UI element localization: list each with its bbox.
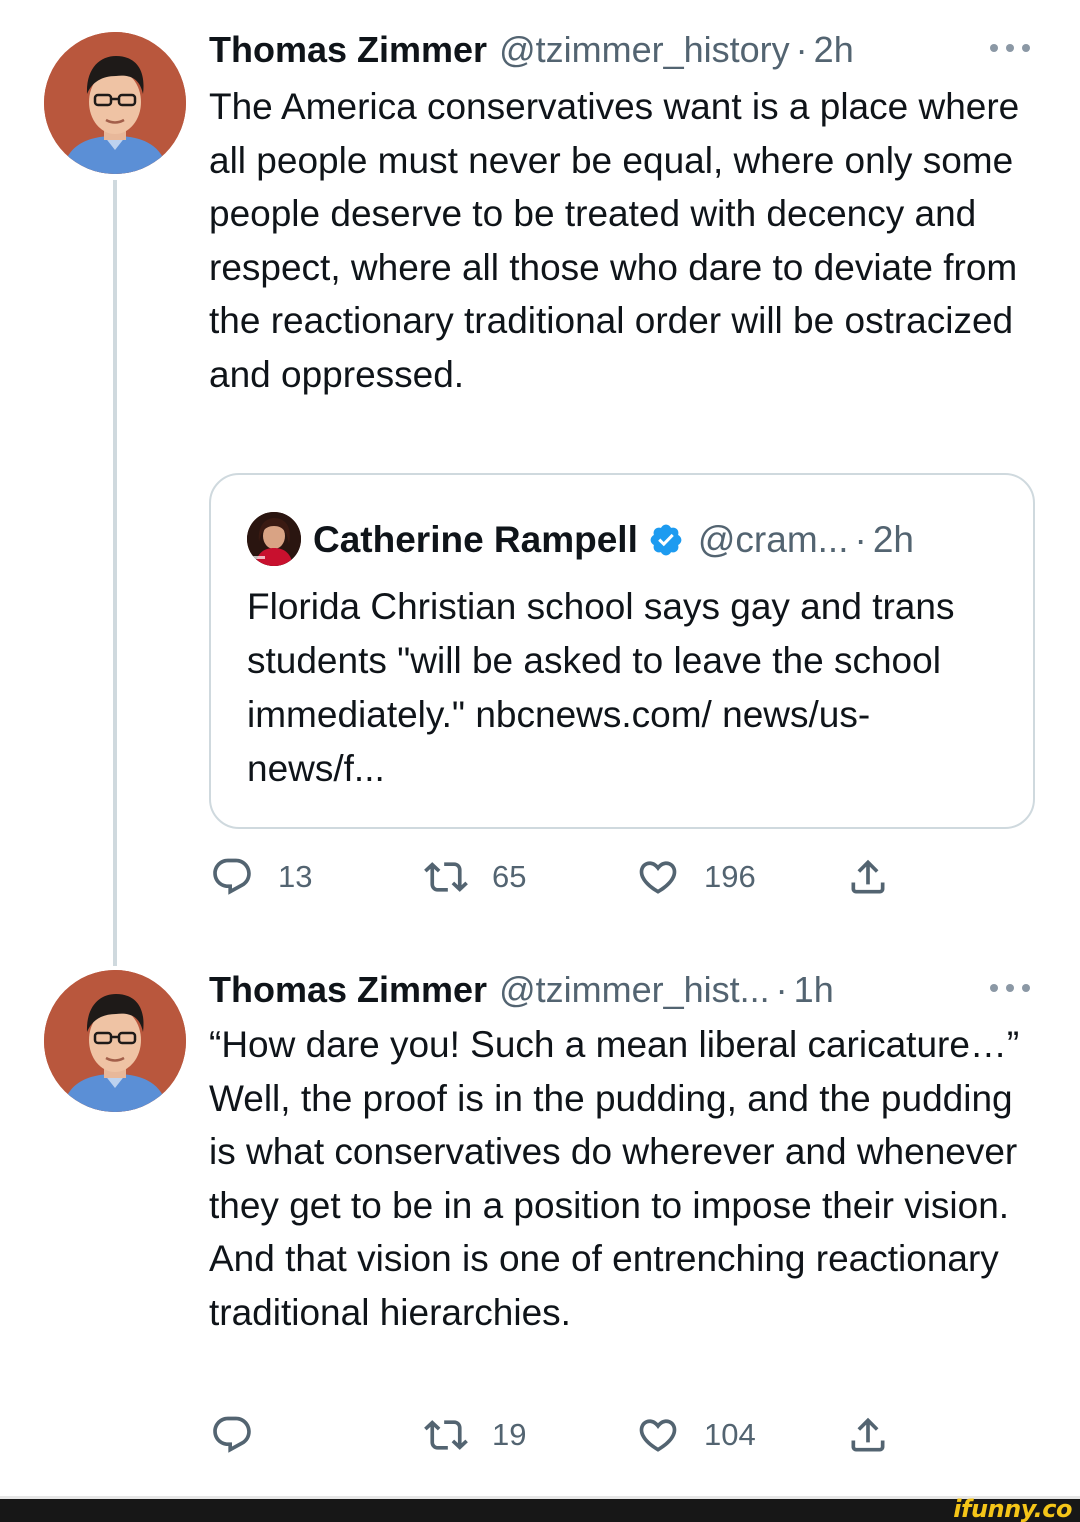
share-icon: [851, 859, 885, 894]
more-icon[interactable]: [990, 38, 1030, 58]
retweet-count: 65: [492, 859, 527, 894]
tweet-header: Thomas Zimmer @tzimmer_hist... · 1h: [209, 968, 834, 1012]
timestamp[interactable]: 2h: [814, 29, 854, 71]
like-button[interactable]: 104: [636, 1410, 756, 1460]
avatar[interactable]: [44, 32, 186, 174]
separator: ·: [795, 29, 808, 70]
retweet-count: 19: [492, 1417, 527, 1452]
tweet[interactable]: Thomas Zimmer @tzimmer_hist... · 1h “How…: [0, 960, 1080, 1500]
author-name[interactable]: Thomas Zimmer: [209, 29, 487, 71]
quoted-tweet[interactable]: Catherine Rampell @cram... · 2h Florida …: [209, 473, 1035, 829]
tweet[interactable]: Thomas Zimmer @tzimmer_history · 2h The …: [0, 0, 1080, 966]
more-icon[interactable]: [990, 978, 1030, 998]
tweet-text: The America conservatives want is a plac…: [209, 86, 1020, 395]
timestamp[interactable]: 1h: [794, 969, 834, 1011]
avatar[interactable]: [44, 970, 186, 1112]
reply-icon: [213, 858, 251, 895]
verified-badge-icon: [650, 524, 682, 556]
separator: ·: [854, 519, 867, 560]
author-handle[interactable]: @tzimmer_history: [499, 29, 790, 71]
reply-count: 13: [278, 859, 313, 894]
tweet-actions: 19 104: [0, 1410, 1080, 1460]
share-icon: [851, 1417, 885, 1452]
retweet-button[interactable]: 19: [424, 1410, 526, 1460]
quote-header: Catherine Rampell @cram... · 2h: [313, 515, 914, 565]
retweet-icon: [424, 1420, 468, 1450]
thread-line: [113, 180, 117, 966]
like-button[interactable]: 196: [636, 852, 756, 902]
reply-button[interactable]: [210, 1410, 278, 1460]
tweet-actions: 13 65 196: [0, 852, 1080, 902]
separator: ·: [775, 969, 788, 1010]
like-count: 196: [704, 859, 756, 894]
share-button[interactable]: [846, 852, 890, 902]
retweet-button[interactable]: 65: [424, 852, 526, 902]
like-count: 104: [704, 1417, 756, 1452]
like-icon: [639, 861, 677, 894]
quote-timestamp[interactable]: 2h: [873, 519, 914, 561]
reply-button[interactable]: 13: [210, 852, 312, 902]
watermark-logo: ifunny.co: [953, 1495, 1072, 1522]
reply-icon: [213, 1416, 251, 1453]
tweet-header: Thomas Zimmer @tzimmer_history · 2h: [209, 28, 854, 72]
author-name[interactable]: Thomas Zimmer: [209, 969, 487, 1011]
quote-author-name[interactable]: Catherine Rampell: [313, 519, 638, 561]
like-icon: [639, 1419, 677, 1452]
author-handle[interactable]: @tzimmer_hist...: [499, 969, 770, 1011]
share-button[interactable]: [846, 1410, 890, 1460]
watermark-bar: [0, 1499, 1080, 1522]
quote-text: Florida Christian school says gay and tr…: [247, 586, 955, 789]
quote-author-handle[interactable]: @cram...: [698, 519, 849, 561]
avatar: [247, 512, 301, 566]
tweet-text: “How dare you! Such a mean liberal caric…: [209, 1024, 1020, 1333]
retweet-icon: [424, 862, 468, 892]
